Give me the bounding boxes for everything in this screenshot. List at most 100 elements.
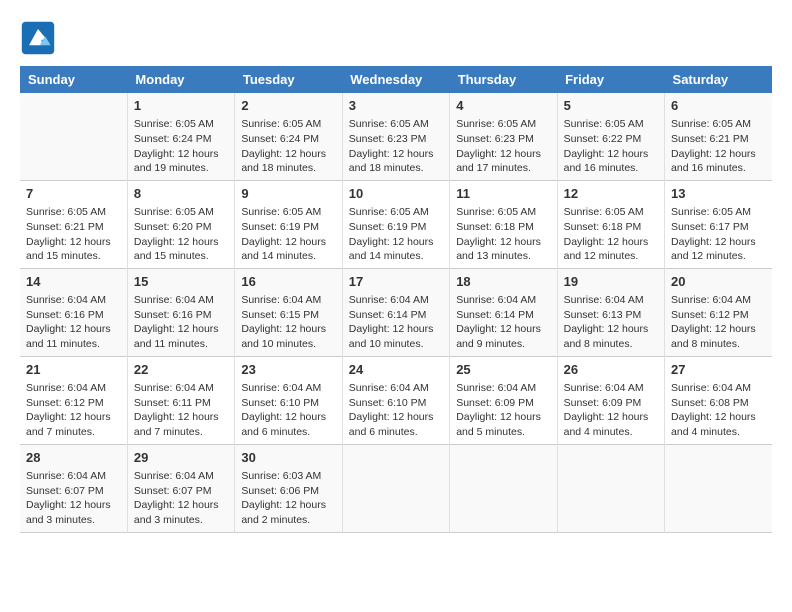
calendar-cell: 12Sunrise: 6:05 AM Sunset: 6:18 PM Dayli… [557, 180, 664, 268]
day-info: Sunrise: 6:04 AM Sunset: 6:07 PM Dayligh… [26, 469, 121, 528]
day-number: 8 [134, 185, 228, 203]
col-header-thursday: Thursday [450, 66, 557, 93]
week-row-5: 28Sunrise: 6:04 AM Sunset: 6:07 PM Dayli… [20, 444, 772, 532]
calendar-cell: 1 Sunrise: 6:05 AM Sunset: 6:24 PM Daylig… [127, 93, 234, 180]
calendar-cell: 2 Sunrise: 6:05 AM Sunset: 6:24 PM Daylig… [235, 93, 342, 180]
day-number: 12 [564, 185, 658, 203]
day-number: 26 [564, 361, 658, 379]
day-number: 29 [134, 449, 228, 467]
calendar-cell: 11 Sunrise: 6:05 AM Sunset: 6:18 PM Dayli… [450, 180, 557, 268]
day-info: Sunrise: 6:05 AM Sunset: 6:18 PM Dayligh… [456, 205, 550, 264]
calendar-cell: 24 Sunrise: 6:04 AM Sunset: 6:10 PM Dayli… [342, 356, 449, 444]
day-info: Sunrise: 6:04 AM Sunset: 6:13 PM Dayligh… [564, 293, 658, 352]
col-header-monday: Monday [127, 66, 234, 93]
day-number: 21 [26, 361, 121, 379]
day-number: 30 [241, 449, 335, 467]
calendar-cell: 23 Sunrise: 6:04 AM Sunset: 6:10 PM Dayli… [235, 356, 342, 444]
day-number: 2 [241, 97, 335, 115]
day-number: 5 [564, 97, 658, 115]
day-info: Sunrise: 6:04 AM Sunset: 6:10 PM Dayligh… [241, 381, 335, 440]
calendar-cell: 30 Sunrise: 6:03 AM Sunset: 6:06 PM Dayli… [235, 444, 342, 532]
calendar-cell: 16 Sunrise: 6:04 AM Sunset: 6:15 PM Dayli… [235, 268, 342, 356]
day-info: Sunrise: 6:04 AM Sunset: 6:12 PM Dayligh… [671, 293, 766, 352]
calendar-cell: 13 Sunrise: 6:05 AM Sunset: 6:17 PM Dayli… [665, 180, 772, 268]
day-info: Sunrise: 6:04 AM Sunset: 6:09 PM Dayligh… [456, 381, 550, 440]
calendar-cell: 3 Sunrise: 6:05 AM Sunset: 6:23 PM Daylig… [342, 93, 449, 180]
calendar-cell: 28Sunrise: 6:04 AM Sunset: 6:07 PM Dayli… [20, 444, 127, 532]
calendar-cell [665, 444, 772, 532]
day-info: Sunrise: 6:04 AM Sunset: 6:11 PM Dayligh… [134, 381, 228, 440]
calendar-cell: 5 Sunrise: 6:05 AM Sunset: 6:22 PM Daylig… [557, 93, 664, 180]
calendar-cell: 26Sunrise: 6:04 AM Sunset: 6:09 PM Dayli… [557, 356, 664, 444]
calendar-cell: 4 Sunrise: 6:05 AM Sunset: 6:23 PM Daylig… [450, 93, 557, 180]
col-header-friday: Friday [557, 66, 664, 93]
col-header-tuesday: Tuesday [235, 66, 342, 93]
day-number: 10 [349, 185, 443, 203]
day-number: 14 [26, 273, 121, 291]
calendar-cell [342, 444, 449, 532]
calendar-cell: 29 Sunrise: 6:04 AM Sunset: 6:07 PM Dayli… [127, 444, 234, 532]
day-number: 20 [671, 273, 766, 291]
day-info: Sunrise: 6:05 AM Sunset: 6:17 PM Dayligh… [671, 205, 766, 264]
calendar-cell: 9 Sunrise: 6:05 AM Sunset: 6:19 PM Daylig… [235, 180, 342, 268]
logo [20, 20, 60, 56]
week-row-1: 1 Sunrise: 6:05 AM Sunset: 6:24 PM Daylig… [20, 93, 772, 180]
day-number: 17 [349, 273, 443, 291]
calendar-cell: 25 Sunrise: 6:04 AM Sunset: 6:09 PM Dayli… [450, 356, 557, 444]
calendar-cell [557, 444, 664, 532]
calendar-cell: 8Sunrise: 6:05 AM Sunset: 6:20 PM Daylig… [127, 180, 234, 268]
day-info: Sunrise: 6:04 AM Sunset: 6:15 PM Dayligh… [241, 293, 335, 352]
day-number: 1 [134, 97, 228, 115]
day-number: 15 [134, 273, 228, 291]
day-info: Sunrise: 6:03 AM Sunset: 6:06 PM Dayligh… [241, 469, 335, 528]
day-number: 4 [456, 97, 550, 115]
day-number: 25 [456, 361, 550, 379]
day-info: Sunrise: 6:05 AM Sunset: 6:24 PM Dayligh… [134, 117, 228, 176]
day-info: Sunrise: 6:05 AM Sunset: 6:23 PM Dayligh… [349, 117, 443, 176]
calendar-cell: 20 Sunrise: 6:04 AM Sunset: 6:12 PM Dayli… [665, 268, 772, 356]
day-info: Sunrise: 6:04 AM Sunset: 6:16 PM Dayligh… [134, 293, 228, 352]
day-number: 18 [456, 273, 550, 291]
day-number: 19 [564, 273, 658, 291]
day-info: Sunrise: 6:04 AM Sunset: 6:14 PM Dayligh… [349, 293, 443, 352]
calendar-table: SundayMondayTuesdayWednesdayThursdayFrid… [20, 66, 772, 533]
day-number: 6 [671, 97, 766, 115]
day-info: Sunrise: 6:05 AM Sunset: 6:19 PM Dayligh… [241, 205, 335, 264]
day-info: Sunrise: 6:05 AM Sunset: 6:21 PM Dayligh… [26, 205, 121, 264]
page-header [20, 20, 772, 56]
calendar-cell [450, 444, 557, 532]
col-header-wednesday: Wednesday [342, 66, 449, 93]
day-info: Sunrise: 6:04 AM Sunset: 6:16 PM Dayligh… [26, 293, 121, 352]
day-number: 3 [349, 97, 443, 115]
day-number: 11 [456, 185, 550, 203]
calendar-cell: 21Sunrise: 6:04 AM Sunset: 6:12 PM Dayli… [20, 356, 127, 444]
day-number: 23 [241, 361, 335, 379]
day-number: 22 [134, 361, 228, 379]
header-row: SundayMondayTuesdayWednesdayThursdayFrid… [20, 66, 772, 93]
day-info: Sunrise: 6:05 AM Sunset: 6:23 PM Dayligh… [456, 117, 550, 176]
calendar-cell: 15 Sunrise: 6:04 AM Sunset: 6:16 PM Dayli… [127, 268, 234, 356]
logo-icon [20, 20, 56, 56]
day-info: Sunrise: 6:05 AM Sunset: 6:22 PM Dayligh… [564, 117, 658, 176]
day-number: 7 [26, 185, 121, 203]
day-number: 27 [671, 361, 766, 379]
calendar-cell: 18Sunrise: 6:04 AM Sunset: 6:14 PM Dayli… [450, 268, 557, 356]
day-number: 13 [671, 185, 766, 203]
day-info: Sunrise: 6:04 AM Sunset: 6:07 PM Dayligh… [134, 469, 228, 528]
day-info: Sunrise: 6:04 AM Sunset: 6:10 PM Dayligh… [349, 381, 443, 440]
calendar-cell: 17 Sunrise: 6:04 AM Sunset: 6:14 PM Dayli… [342, 268, 449, 356]
day-number: 9 [241, 185, 335, 203]
calendar-cell: 22 Sunrise: 6:04 AM Sunset: 6:11 PM Dayli… [127, 356, 234, 444]
day-number: 24 [349, 361, 443, 379]
week-row-2: 7 Sunrise: 6:05 AM Sunset: 6:21 PM Daylig… [20, 180, 772, 268]
calendar-cell: 6 Sunrise: 6:05 AM Sunset: 6:21 PM Daylig… [665, 93, 772, 180]
col-header-sunday: Sunday [20, 66, 127, 93]
day-number: 16 [241, 273, 335, 291]
day-info: Sunrise: 6:05 AM Sunset: 6:19 PM Dayligh… [349, 205, 443, 264]
calendar-cell: 19 Sunrise: 6:04 AM Sunset: 6:13 PM Dayli… [557, 268, 664, 356]
day-info: Sunrise: 6:05 AM Sunset: 6:24 PM Dayligh… [241, 117, 335, 176]
week-row-4: 21Sunrise: 6:04 AM Sunset: 6:12 PM Dayli… [20, 356, 772, 444]
day-info: Sunrise: 6:05 AM Sunset: 6:21 PM Dayligh… [671, 117, 766, 176]
col-header-saturday: Saturday [665, 66, 772, 93]
calendar-cell: 27Sunrise: 6:04 AM Sunset: 6:08 PM Dayli… [665, 356, 772, 444]
